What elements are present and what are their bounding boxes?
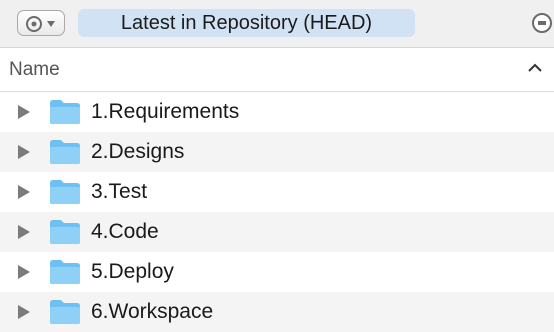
disclosure-triangle-icon[interactable] — [17, 184, 31, 200]
name-column-label: Name — [9, 59, 60, 80]
view-options-button[interactable] — [17, 10, 65, 36]
folder-icon — [50, 220, 80, 244]
list-item[interactable]: 1.Requirements — [0, 92, 554, 132]
chevron-down-icon — [47, 21, 55, 27]
item-label: 4.Code — [91, 220, 159, 243]
actions-icon[interactable] — [528, 9, 554, 39]
list-item[interactable]: 3.Test — [0, 172, 554, 212]
disclosure-triangle-icon[interactable] — [17, 304, 31, 320]
column-header[interactable]: Name — [0, 48, 554, 92]
file-list: 1.Requirements 2.Designs 3.Test 4.Code 5… — [0, 92, 554, 332]
disclosure-triangle-icon[interactable] — [17, 224, 31, 240]
disclosure-triangle-icon[interactable] — [17, 144, 31, 160]
repository-version-field[interactable]: Latest in Repository (HEAD) — [78, 9, 415, 37]
folder-icon — [50, 100, 80, 124]
folder-icon — [50, 180, 80, 204]
disclosure-triangle-icon[interactable] — [17, 104, 31, 120]
chevron-up-icon[interactable] — [528, 62, 542, 74]
list-item[interactable]: 4.Code — [0, 212, 554, 252]
list-item[interactable]: 2.Designs — [0, 132, 554, 172]
folder-icon — [50, 260, 80, 284]
list-item[interactable]: 6.Workspace — [0, 292, 554, 332]
item-label: 5.Deploy — [91, 260, 174, 283]
folder-icon — [50, 300, 80, 324]
disclosure-triangle-icon[interactable] — [17, 264, 31, 280]
item-label: 2.Designs — [91, 140, 185, 163]
eye-icon — [26, 16, 55, 32]
list-item[interactable]: 5.Deploy — [0, 252, 554, 292]
folder-icon — [50, 140, 80, 164]
toolbar: Latest in Repository (HEAD) — [0, 0, 554, 48]
item-label: 3.Test — [91, 180, 148, 203]
item-label: 6.Workspace — [91, 300, 214, 323]
item-label: 1.Requirements — [91, 100, 240, 123]
